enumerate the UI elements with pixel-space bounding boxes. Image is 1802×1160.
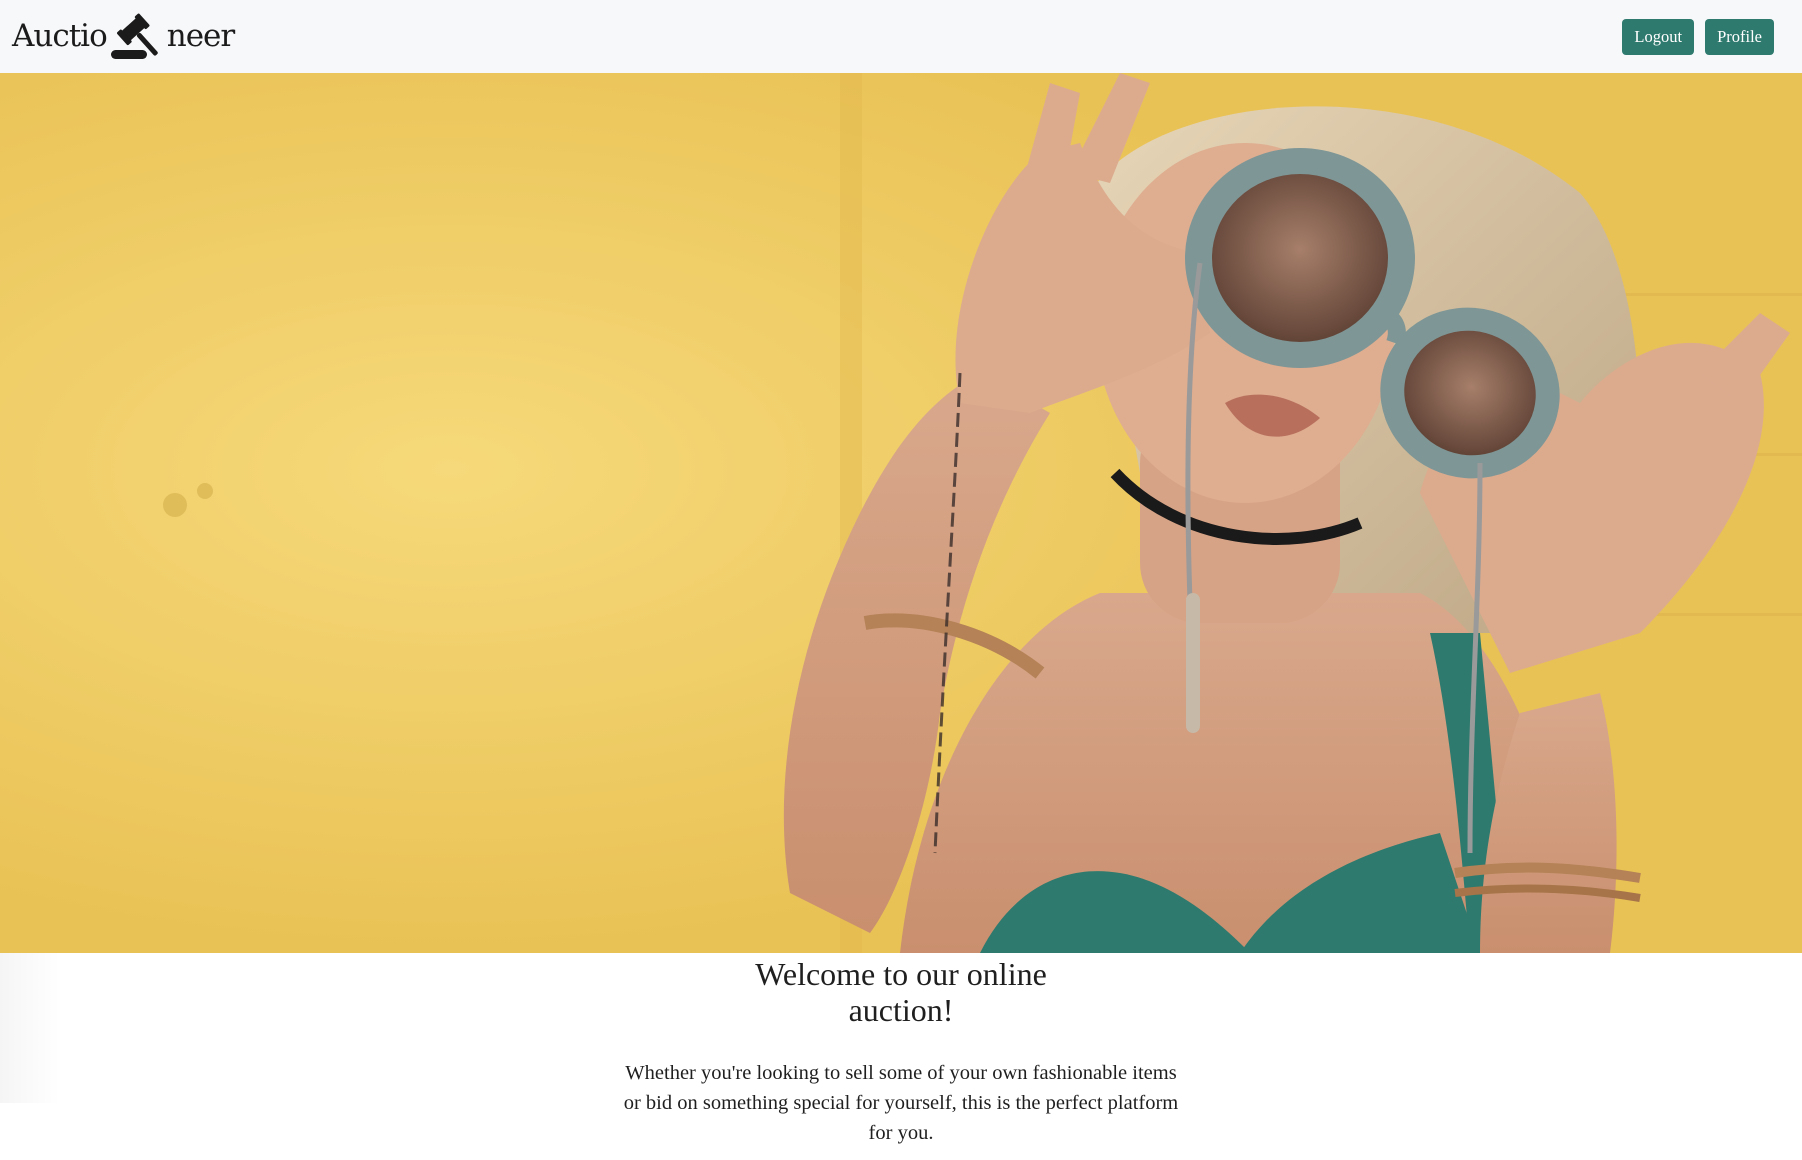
- profile-button[interactable]: Profile: [1705, 18, 1774, 55]
- nav-buttons: Logout Profile: [1622, 18, 1774, 55]
- intro-description: Whether you're looking to sell some of y…: [623, 1062, 1179, 1144]
- hero-image: [0, 73, 1802, 953]
- brand-logo[interactable]: Auctio neer: [12, 0, 235, 73]
- logout-button[interactable]: Logout: [1622, 18, 1695, 55]
- gavel-icon: [110, 13, 158, 59]
- brand-name-right: neer: [166, 18, 235, 54]
- hero-photo: [0, 73, 1802, 953]
- page-title: Welcome to our online auction!: [755, 956, 1047, 1028]
- navbar: Auctio neer Logout Profile: [0, 0, 1802, 73]
- brand-name-left: Auctio: [12, 18, 108, 54]
- intro-section: Welcome to our online auction! Whether y…: [0, 953, 1802, 1148]
